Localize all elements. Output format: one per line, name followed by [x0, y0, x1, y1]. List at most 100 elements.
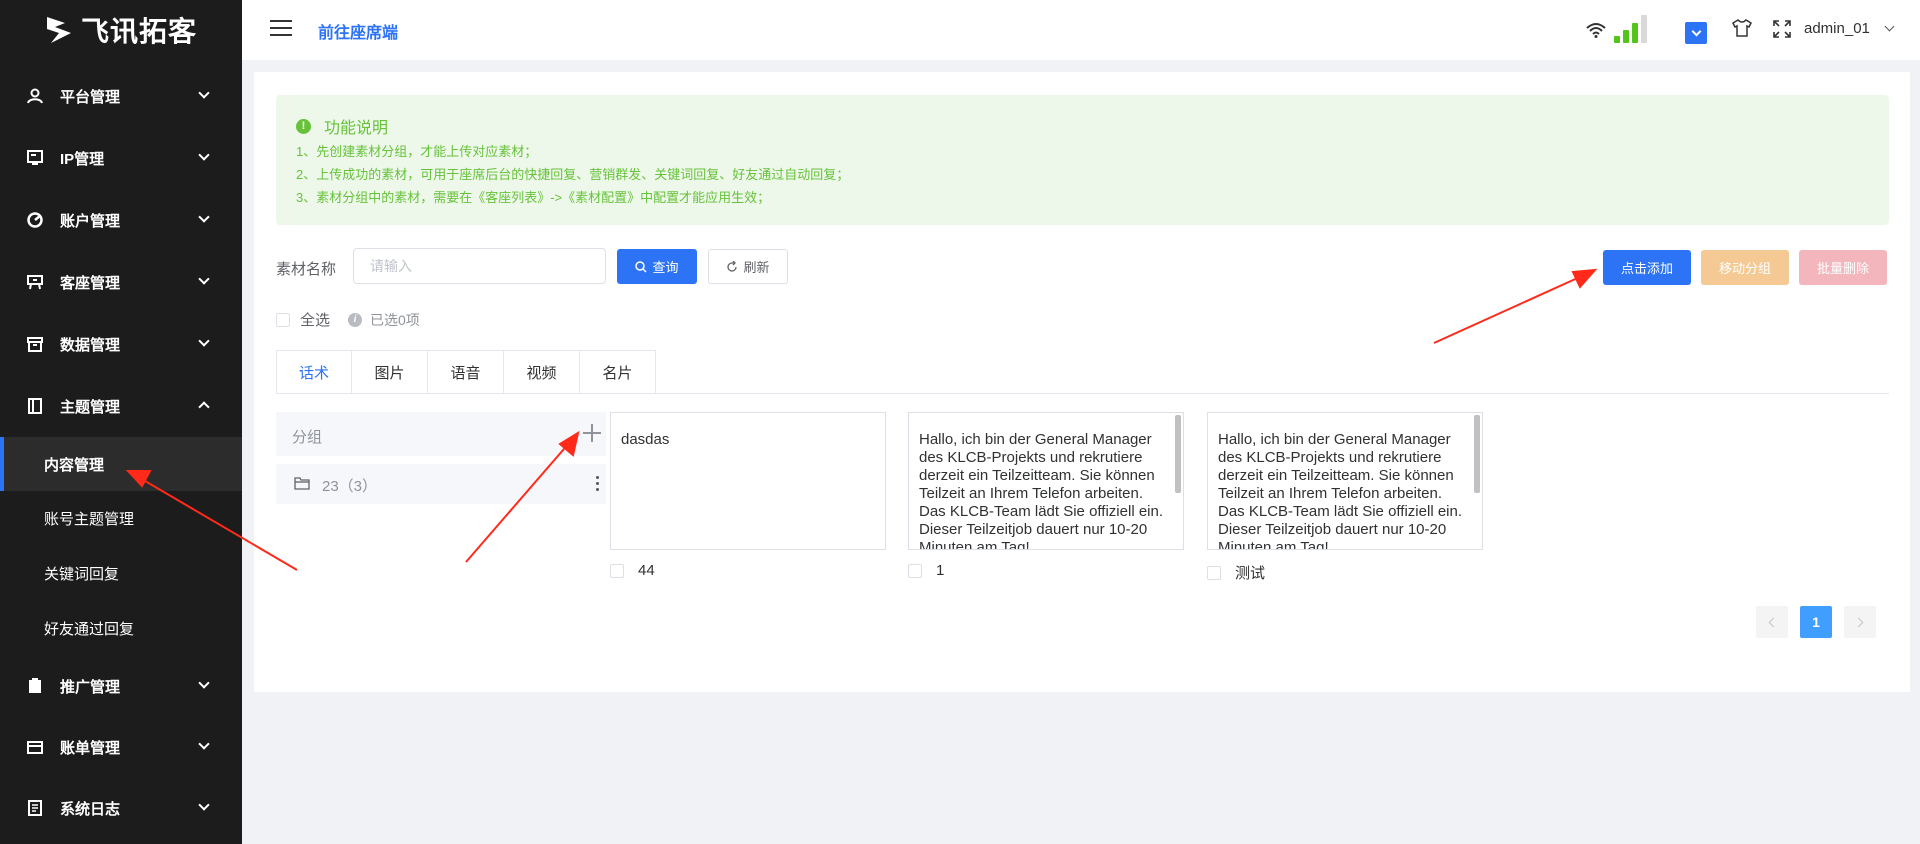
- sidebar-item-label: 主题管理: [60, 398, 121, 416]
- material-name: 1: [936, 562, 945, 579]
- chevron-down-icon: [198, 149, 210, 161]
- sidebar-subitem-keyword-reply[interactable]: 关键词回复: [0, 546, 242, 600]
- material-checkbox[interactable]: [610, 563, 624, 578]
- monitor-icon: [26, 149, 44, 167]
- menu-toggle-icon[interactable]: [270, 20, 292, 38]
- logo-text: 飞讯拓客: [80, 16, 197, 47]
- sidebar-item-label: 系统日志: [60, 800, 121, 818]
- notice-line: 1、先创建素材分组，才能上传对应素材；: [296, 144, 538, 159]
- sidebar-item-promotion[interactable]: 推广管理: [0, 655, 242, 717]
- username[interactable]: admin_01: [1804, 20, 1870, 37]
- chevron-down-icon: [198, 677, 210, 689]
- sidebar-item-label: 推广管理: [60, 678, 121, 696]
- chevron-down-icon: [198, 738, 210, 750]
- scrollbar[interactable]: [1474, 415, 1480, 493]
- group-item[interactable]: 23（3）: [276, 464, 606, 504]
- material-footer: 44: [610, 562, 655, 579]
- chevron-down-icon[interactable]: [1884, 21, 1895, 32]
- fullscreen-icon[interactable]: [1773, 20, 1791, 38]
- material-checkbox[interactable]: [1207, 565, 1221, 580]
- material-text: Hallo, ich bin der General Manager des K…: [1218, 431, 1467, 549]
- sidebar-item-logs[interactable]: 系统日志: [0, 777, 242, 839]
- notice-title: ! 功能说明: [296, 114, 388, 138]
- tab-voice[interactable]: 语音: [428, 350, 504, 394]
- sidebar-item-label: 数据管理: [60, 336, 121, 354]
- sidebar-item-seat[interactable]: 客座管理: [0, 251, 242, 313]
- tab-image[interactable]: 图片: [352, 350, 428, 394]
- card-icon: [26, 738, 44, 756]
- sidebar-item-billing[interactable]: 账单管理: [0, 716, 242, 778]
- select-all-checkbox[interactable]: [276, 312, 290, 327]
- tshirt-icon[interactable]: [1732, 19, 1752, 37]
- tab-script[interactable]: 话术: [276, 350, 352, 394]
- pagination: 1: [1756, 606, 1876, 638]
- top-header: 前往座席端 admin_01: [242, 0, 1920, 60]
- sidebar-item-label: IP管理: [60, 150, 105, 168]
- sidebar: 飞讯拓客 平台管理 IP管理 账户管理 客座管理 数据管理 主题管理 内容管理 …: [0, 0, 242, 844]
- sidebar-item-label: 平台管理: [60, 88, 121, 106]
- refresh-icon: [727, 260, 738, 272]
- batch-delete-button[interactable]: 批量删除: [1799, 250, 1887, 285]
- notice-line: 3、素材分组中的素材，需要在《客座列表》->《素材配置》中配置才能应用生效；: [296, 190, 771, 205]
- next-page-button[interactable]: [1844, 606, 1876, 638]
- material-text: dasdas: [621, 431, 670, 448]
- sidebar-item-account[interactable]: 账户管理: [0, 189, 242, 251]
- tab-card[interactable]: 名片: [580, 350, 656, 394]
- sidebar-subitem-friend-reply[interactable]: 好友通过回复: [0, 601, 242, 655]
- tab-divider: [276, 393, 1889, 394]
- chevron-down-icon: [198, 211, 210, 223]
- material-card[interactable]: dasdas: [610, 412, 886, 550]
- page-number[interactable]: 1: [1800, 606, 1832, 638]
- refresh-button[interactable]: 刷新: [708, 249, 788, 284]
- group-item-label: 23（3）: [322, 478, 378, 495]
- wifi-icon: [1586, 23, 1606, 38]
- select-all-label: 全选: [300, 312, 331, 329]
- more-vertical-icon[interactable]: [596, 476, 600, 494]
- chevron-right-icon: [1853, 617, 1864, 627]
- archive-icon: [26, 335, 44, 353]
- move-group-button[interactable]: 移动分组: [1701, 250, 1789, 285]
- content-card: ! 功能说明 1、先创建素材分组，才能上传对应素材； 2、上传成功的素材，可用于…: [254, 72, 1910, 692]
- chevron-down-icon: [198, 799, 210, 811]
- logo-icon: [46, 17, 71, 43]
- material-name: 44: [638, 562, 655, 579]
- add-group-icon[interactable]: [583, 424, 601, 442]
- sidebar-item-label: 账户管理: [60, 212, 121, 230]
- desk-icon: [26, 273, 44, 291]
- chevron-down-icon: [198, 87, 210, 99]
- chevron-left-icon: [1768, 617, 1779, 627]
- material-card[interactable]: Hallo, ich bin der General Manager des K…: [1207, 412, 1483, 550]
- sidebar-subitem-account-theme[interactable]: 账号主题管理: [0, 491, 242, 545]
- sidebar-item-platform[interactable]: 平台管理: [0, 65, 242, 127]
- notice-line: 2、上传成功的素材，可用于座席后台的快捷回复、营销群发、关键词回复、好友通过自动…: [296, 167, 850, 182]
- tab-video[interactable]: 视频: [504, 350, 580, 394]
- dropdown-box-icon[interactable]: [1685, 22, 1707, 44]
- info-icon: i: [348, 312, 363, 327]
- sidebar-item-data[interactable]: 数据管理: [0, 313, 242, 375]
- group-header-label: 分组: [292, 429, 323, 446]
- add-button[interactable]: 点击添加: [1603, 250, 1691, 285]
- clipboard-icon: [26, 677, 44, 695]
- chevron-down-icon: [198, 335, 210, 347]
- select-all-row: 全选 i 已选0项: [276, 309, 420, 330]
- goto-seat-link[interactable]: 前往座席端: [318, 19, 398, 43]
- gauge-icon: [26, 211, 44, 229]
- sidebar-subitem-content[interactable]: 内容管理: [0, 437, 242, 491]
- sidebar-item-ip[interactable]: IP管理: [0, 127, 242, 189]
- sidebar-item-label: 客座管理: [60, 274, 121, 292]
- search-icon: [635, 260, 648, 273]
- material-footer: 1: [908, 562, 944, 579]
- prev-page-button[interactable]: [1756, 606, 1788, 638]
- sidebar-item-theme[interactable]: 主题管理: [0, 375, 242, 437]
- book-icon: [26, 397, 44, 415]
- signal-strength-icon: [1614, 15, 1647, 43]
- scrollbar[interactable]: [1175, 415, 1181, 493]
- material-type-tabs: 话术 图片 语音 视频 名片: [276, 350, 656, 394]
- material-card[interactable]: Hallo, ich bin der General Manager des K…: [908, 412, 1184, 550]
- query-button[interactable]: 查询: [617, 249, 697, 284]
- function-notice: ! 功能说明 1、先创建素材分组，才能上传对应素材； 2、上传成功的素材，可用于…: [276, 95, 1889, 225]
- material-name-input[interactable]: [353, 248, 606, 284]
- material-checkbox[interactable]: [908, 563, 922, 578]
- logo: 飞讯拓客: [0, 0, 242, 60]
- selected-count: 已选0项: [370, 311, 420, 328]
